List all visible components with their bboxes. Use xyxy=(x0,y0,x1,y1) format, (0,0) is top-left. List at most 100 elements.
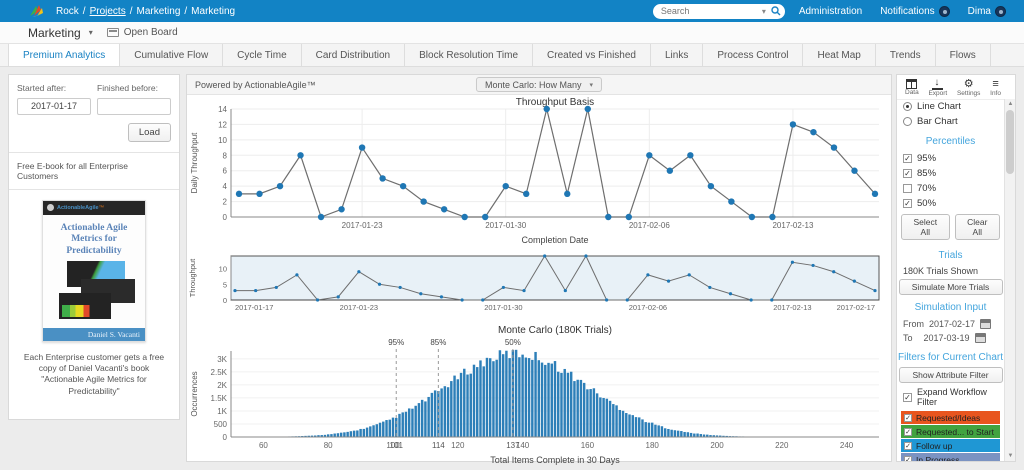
tab-process-control[interactable]: Process Control xyxy=(703,44,803,66)
search-scope-caret-icon[interactable]: ▾ xyxy=(762,7,766,16)
breadcrumb-item[interactable]: Projects xyxy=(90,6,126,17)
svg-text:Throughput: Throughput xyxy=(188,258,197,297)
tab-block-resolution-time[interactable]: Block Resolution Time xyxy=(405,44,533,66)
tab-card-distribution[interactable]: Card Distribution xyxy=(302,44,405,66)
svg-text:120: 120 xyxy=(451,441,465,450)
user-avatar[interactable] xyxy=(995,6,1006,17)
calendar-icon[interactable] xyxy=(975,333,986,343)
scroll-down-icon[interactable]: ▼ xyxy=(1005,451,1016,461)
simulate-more-trials-button[interactable]: Simulate More Trials xyxy=(899,279,1003,295)
svg-text:2017-02-17: 2017-02-17 xyxy=(837,303,875,312)
panel-scroll-area: Line ChartBar Chart Percentiles ✓95%✓85%… xyxy=(897,99,1004,461)
workflow-filter-follow-up[interactable]: ✓Follow up xyxy=(901,439,1000,452)
svg-text:0: 0 xyxy=(223,213,228,222)
svg-text:95%: 95% xyxy=(388,338,404,347)
breadcrumb-item[interactable]: Marketing xyxy=(191,6,235,17)
svg-text:500: 500 xyxy=(214,420,228,429)
svg-text:2017-01-23: 2017-01-23 xyxy=(342,221,383,230)
svg-text:8: 8 xyxy=(223,151,228,160)
svg-text:3K: 3K xyxy=(217,355,227,364)
tab-trends[interactable]: Trends xyxy=(876,44,936,66)
tab-cycle-time[interactable]: Cycle Time xyxy=(223,44,301,66)
panel-scrollbar[interactable]: ▲ ▼ xyxy=(1004,99,1015,461)
from-date-value[interactable]: 2017-02-17 xyxy=(929,319,975,329)
throughput-brush-chart[interactable]: 05102017-01-172017-01-232017-01-302017-0… xyxy=(187,252,893,316)
search-box[interactable]: ▾ xyxy=(653,4,785,19)
ebook-title: Actionable Agile Metrics for Predictabil… xyxy=(43,223,145,259)
simulation-to-row: To 2017-03-19 xyxy=(897,331,1004,345)
monte-carlo-histogram[interactable]: Monte Carlo (180K Trials)05001K1.5K2K2.5… xyxy=(187,321,893,469)
svg-text:85%: 85% xyxy=(430,338,446,347)
workflow-filter-label: Follow up xyxy=(916,441,952,451)
to-date-value[interactable]: 2017-03-19 xyxy=(924,333,970,343)
tab-heat-map[interactable]: Heat Map xyxy=(803,44,875,66)
percentile-option-70[interactable]: 70% xyxy=(897,181,1004,196)
nav-notifications[interactable]: Notifications xyxy=(880,6,949,17)
board-title-caret-icon[interactable]: ▾ xyxy=(89,28,93,37)
svg-text:50%: 50% xyxy=(505,338,521,347)
chart-type-dropdown-label: Monte Carlo: How Many xyxy=(485,80,582,90)
chart-type-option-line-chart[interactable]: Line Chart xyxy=(897,99,1004,114)
data-button[interactable]: Data xyxy=(905,79,919,97)
tab-flows[interactable]: Flows xyxy=(936,44,991,66)
select-all-button[interactable]: Select All xyxy=(901,214,950,240)
info-button[interactable]: ≡ Info xyxy=(990,79,1001,97)
breadcrumb-separator: / xyxy=(184,6,187,17)
tab-premium-analytics[interactable]: Premium Analytics xyxy=(8,44,120,66)
svg-text:100: 100 xyxy=(386,441,400,450)
workflow-filter-label: Requested/Ideas xyxy=(916,413,980,423)
workflow-filter-requested-ideas[interactable]: ✓Requested/Ideas xyxy=(901,411,1000,424)
percentile-option-50[interactable]: ✓50% xyxy=(897,196,1004,211)
simulation-from-row: From 2017-02-17 xyxy=(897,317,1004,331)
workflow-filter-list: ✓Requested/Ideas✓Requested... to Start✓F… xyxy=(897,409,1004,461)
breadcrumb-separator: / xyxy=(130,6,133,17)
app-root: Rock/Projects/Marketing/Marketing ▾ Admi… xyxy=(0,0,1024,470)
started-after-label: Started after: xyxy=(17,83,91,93)
ebook-cover[interactable]: ActionableAgile™ Actionable Agile Metric… xyxy=(42,200,146,342)
calendar-icon[interactable] xyxy=(980,319,991,329)
svg-text:4: 4 xyxy=(223,182,228,191)
nav-administration[interactable]: Administration xyxy=(799,6,862,17)
breadcrumb-item[interactable]: Marketing xyxy=(136,6,180,17)
download-icon xyxy=(932,79,943,90)
svg-text:Daily Throughput: Daily Throughput xyxy=(190,132,199,194)
export-button[interactable]: Export xyxy=(928,79,947,97)
expand-workflow-filter[interactable]: ✓ Expand Workflow Filter xyxy=(897,385,1004,409)
started-after-input[interactable] xyxy=(17,98,91,115)
clear-all-button[interactable]: Clear All xyxy=(955,214,1000,240)
trials-shown-label: 180K Trials Shown xyxy=(897,265,1004,277)
chart-type-option-bar-chart[interactable]: Bar Chart xyxy=(897,114,1004,129)
svg-text:2017-02-13: 2017-02-13 xyxy=(773,303,811,312)
board-title[interactable]: Marketing xyxy=(28,26,81,40)
open-board-button[interactable]: Open Board xyxy=(107,27,178,38)
search-input[interactable] xyxy=(661,6,762,16)
settings-label: Settings xyxy=(957,90,981,97)
chart-type-label: Bar Chart xyxy=(917,116,958,127)
scroll-up-icon[interactable]: ▲ xyxy=(1005,99,1016,109)
tab-links[interactable]: Links xyxy=(651,44,703,66)
simulation-input-header: Simulation Input xyxy=(897,302,1004,313)
finished-before-input[interactable] xyxy=(97,98,171,115)
search-icon[interactable] xyxy=(771,6,781,16)
percentile-label: 70% xyxy=(917,183,936,194)
percentile-option-85[interactable]: ✓85% xyxy=(897,166,1004,181)
nav-user-menu[interactable]: Dima xyxy=(968,6,1006,17)
ebook-note: Free E-book for all Enterprise Customers xyxy=(9,153,179,190)
tab-created-vs-finished[interactable]: Created vs Finished xyxy=(533,44,651,66)
tab-cumulative-flow[interactable]: Cumulative Flow xyxy=(120,44,223,66)
main-chart-panel: Powered by ActionableAgile™ Monte Carlo:… xyxy=(186,74,892,462)
workflow-filter-in-progress[interactable]: ✓In Progress xyxy=(901,453,1000,461)
checkbox-icon xyxy=(903,184,912,193)
load-button[interactable]: Load xyxy=(128,123,171,142)
notifications-badge-icon[interactable] xyxy=(939,6,950,17)
scrollbar-thumb[interactable] xyxy=(1006,110,1014,174)
chart-type-dropdown[interactable]: Monte Carlo: How Many ▾ xyxy=(476,77,602,92)
breadcrumb-item[interactable]: Rock xyxy=(56,6,79,17)
throughput-basis-chart[interactable]: Throughput Basis024681012142017-01-23201… xyxy=(187,95,893,247)
app-logo-icon[interactable] xyxy=(28,4,44,18)
data-table-icon xyxy=(906,79,917,89)
workflow-filter-requested-to-start[interactable]: ✓Requested... to Start xyxy=(901,425,1000,438)
percentile-option-95[interactable]: ✓95% xyxy=(897,151,1004,166)
settings-button[interactable]: ⚙ Settings xyxy=(957,79,981,97)
show-attribute-filter-button[interactable]: Show Attribute Filter xyxy=(899,367,1003,383)
